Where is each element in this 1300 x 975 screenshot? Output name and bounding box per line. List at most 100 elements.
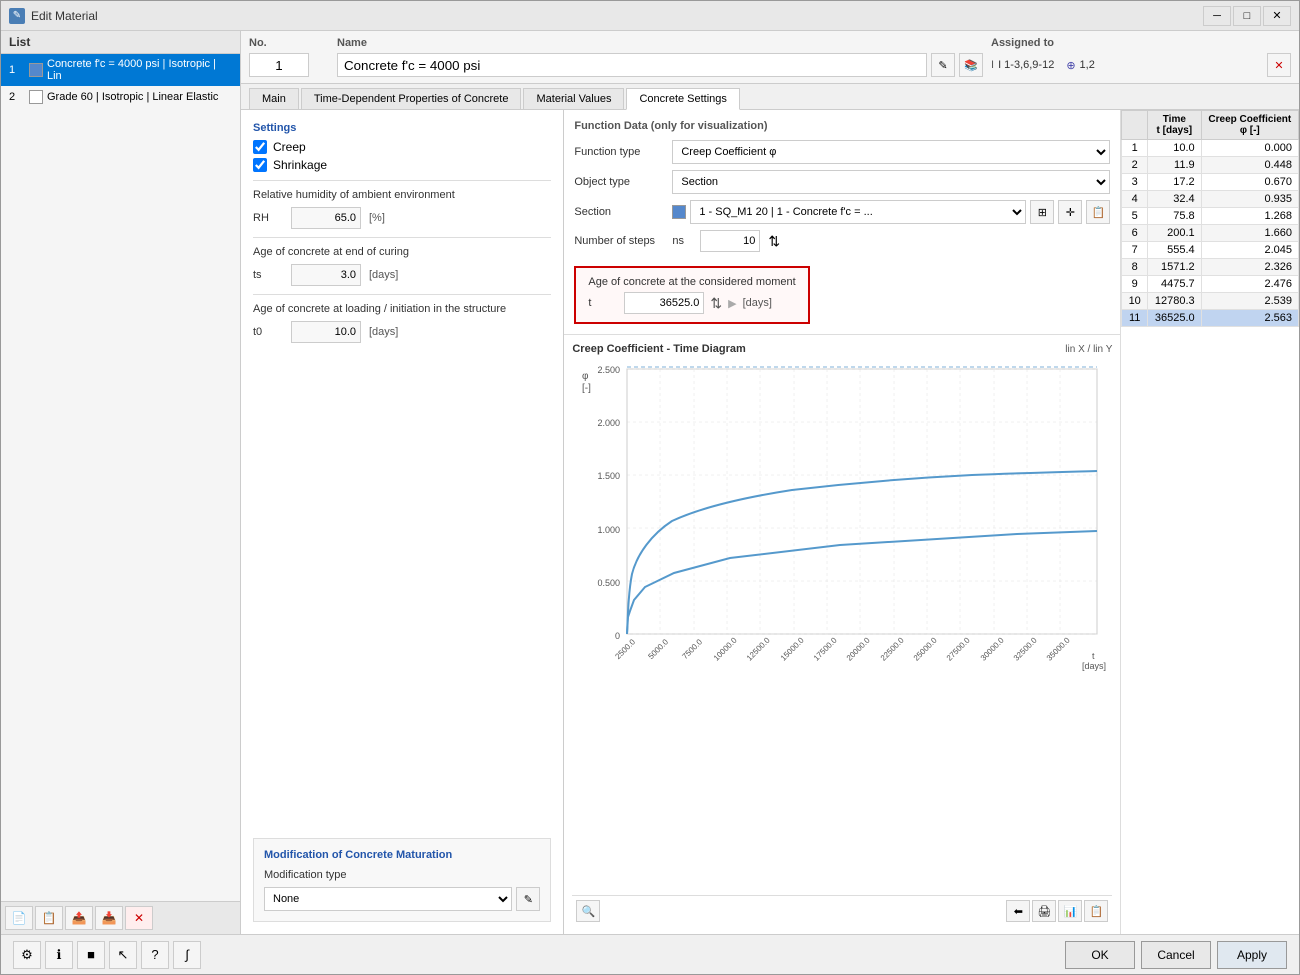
add-material-button[interactable]: 📄 — [5, 906, 33, 930]
browse-button[interactable]: 📚 — [959, 53, 983, 77]
name-input[interactable] — [337, 53, 927, 77]
age-spinner[interactable]: ⇅ — [710, 295, 722, 312]
cell-index: 5 — [1122, 208, 1148, 225]
chart-back-button[interactable]: ⬅ — [1006, 900, 1030, 922]
bottom-bar: ⚙ ℹ ■ ↖ ? ∫ OK Cancel Apply — [1, 934, 1299, 974]
no-section: No. — [249, 37, 329, 77]
function-data-title: Function Data (only for visualization) — [574, 120, 1110, 132]
modification-edit-button[interactable]: ✎ — [516, 887, 540, 911]
settings-title: Settings — [253, 122, 551, 134]
table-section: Timet [days] Creep Coefficientφ [-] 1 10… — [1120, 110, 1299, 934]
function-type-label: Function type — [574, 146, 664, 158]
copy-material-button[interactable]: 📋 — [35, 906, 63, 930]
svg-text:0.500: 0.500 — [598, 578, 621, 588]
formula-icon-button[interactable]: ∫ — [173, 941, 201, 969]
tab-time-dependent[interactable]: Time-Dependent Properties of Concrete — [301, 88, 522, 109]
table-row: 9 4475.7 2.476 — [1122, 276, 1299, 293]
t0-unit: [days] — [369, 326, 398, 338]
object-type-label: Object type — [574, 176, 664, 188]
cursor-icon-button[interactable]: ↖ — [109, 941, 137, 969]
export-button[interactable]: 📤 — [65, 906, 93, 930]
svg-text:15000.0: 15000.0 — [779, 635, 806, 662]
table-row: 2 11.9 0.448 — [1122, 157, 1299, 174]
apply-button[interactable]: Apply — [1217, 941, 1287, 969]
tab-material-values[interactable]: Material Values — [523, 88, 624, 109]
maximize-button[interactable]: □ — [1233, 6, 1261, 26]
cell-time: 75.8 — [1148, 208, 1202, 225]
chart-export-button[interactable]: 📊 — [1058, 900, 1082, 922]
assigned-members: I 1-3,6,9-12 — [998, 59, 1054, 71]
chart-print-button[interactable]: 🖨 — [1032, 900, 1056, 922]
chart-title-row: Creep Coefficient - Time Diagram lin X /… — [572, 343, 1112, 355]
col-header-index — [1122, 111, 1148, 140]
cell-coeff: 2.476 — [1201, 276, 1298, 293]
modification-section: Modification of Concrete Maturation Modi… — [253, 838, 551, 922]
close-button[interactable]: ✕ — [1263, 6, 1291, 26]
chart-scale: lin X / lin Y — [1065, 344, 1112, 355]
object-type-select[interactable]: Section — [672, 170, 1110, 194]
settings-panel: Settings Creep Shrinkage Relative humidi… — [241, 110, 564, 934]
section-pick-button[interactable]: ✛ — [1058, 200, 1082, 224]
shrinkage-checkbox[interactable] — [253, 158, 267, 172]
section-select[interactable]: 1 - SQ_M1 20 | 1 - Concrete f'c = ... — [690, 200, 1026, 224]
list-item-1[interactable]: 1 Concrete f'c = 4000 psi | Isotropic | … — [1, 54, 240, 86]
left-panel: List 1 Concrete f'c = 4000 psi | Isotrop… — [1, 31, 241, 934]
rh-field-label: RH — [253, 212, 283, 224]
cell-index: 1 — [1122, 140, 1148, 157]
object-type-row: Object type Section — [574, 170, 1110, 194]
section-copy-button[interactable]: 📋 — [1086, 200, 1110, 224]
modification-type-select[interactable]: None — [264, 887, 512, 911]
cancel-button[interactable]: Cancel — [1141, 941, 1211, 969]
list-item-2[interactable]: 2 Grade 60 | Isotropic | Linear Elastic — [1, 86, 240, 108]
svg-text:2.000: 2.000 — [598, 418, 621, 428]
cell-time: 36525.0 — [1148, 310, 1202, 327]
function-data-section: Function Data (only for visualization) F… — [564, 110, 1120, 335]
edit-name-button[interactable]: ✎ — [931, 53, 955, 77]
help-icon-button[interactable]: ? — [141, 941, 169, 969]
clear-assigned-button[interactable]: ✕ — [1267, 53, 1291, 77]
t0-field-row: t0 [days] — [253, 321, 551, 343]
app-icon: ✎ — [9, 8, 25, 24]
section-table-button[interactable]: ⊞ — [1030, 200, 1054, 224]
t0-subtitle: Age of concrete at loading / initiation … — [253, 303, 551, 315]
delete-material-button[interactable]: ✕ — [125, 906, 153, 930]
no-input[interactable] — [249, 53, 309, 77]
cell-coeff: 0.670 — [1201, 174, 1298, 191]
cell-index: 4 — [1122, 191, 1148, 208]
age-input[interactable] — [624, 292, 704, 314]
function-type-select[interactable]: Creep Coefficient φ — [672, 140, 1110, 164]
tab-main[interactable]: Main — [249, 88, 299, 109]
chart-copy-button[interactable]: 📋 — [1084, 900, 1108, 922]
window-controls: ─ □ ✕ — [1203, 6, 1291, 26]
minimize-button[interactable]: ─ — [1203, 6, 1231, 26]
creep-checkbox-row: Creep — [253, 140, 551, 154]
main-content: Settings Creep Shrinkage Relative humidi… — [241, 110, 1299, 934]
steps-spinner[interactable]: ⇅ — [768, 233, 780, 250]
ts-input[interactable] — [291, 264, 361, 286]
settings-icon-button[interactable]: ⚙ — [13, 941, 41, 969]
ts-subtitle: Age of concrete at end of curing — [253, 246, 551, 258]
steps-input[interactable] — [700, 230, 760, 252]
cell-coeff: 2.563 — [1201, 310, 1298, 327]
highlight-icon-button[interactable]: ■ — [77, 941, 105, 969]
ok-button[interactable]: OK — [1065, 941, 1135, 969]
import-button[interactable]: 📥 — [95, 906, 123, 930]
shrinkage-label: Shrinkage — [273, 158, 327, 172]
tab-concrete-settings[interactable]: Concrete Settings — [626, 88, 739, 110]
rh-input[interactable] — [291, 207, 361, 229]
window-title: Edit Material — [31, 9, 98, 23]
divider-3 — [253, 294, 551, 295]
svg-text:1.500: 1.500 — [598, 471, 621, 481]
creep-checkbox[interactable] — [253, 140, 267, 154]
ts-field-row: ts [days] — [253, 264, 551, 286]
settings-section: Settings Creep Shrinkage Relative humidi… — [253, 122, 551, 349]
chart-zoom-button[interactable]: 🔍 — [576, 900, 600, 922]
cell-index: 9 — [1122, 276, 1148, 293]
info-icon-button[interactable]: ℹ — [45, 941, 73, 969]
section-select-row: 1 - SQ_M1 20 | 1 - Concrete f'c = ... ⊞ … — [672, 200, 1110, 224]
t0-input[interactable] — [291, 321, 361, 343]
svg-text:20000.0: 20000.0 — [845, 635, 872, 662]
table-row: 7 555.4 2.045 — [1122, 242, 1299, 259]
cell-coeff: 2.539 — [1201, 293, 1298, 310]
content-area: List 1 Concrete f'c = 4000 psi | Isotrop… — [1, 31, 1299, 934]
